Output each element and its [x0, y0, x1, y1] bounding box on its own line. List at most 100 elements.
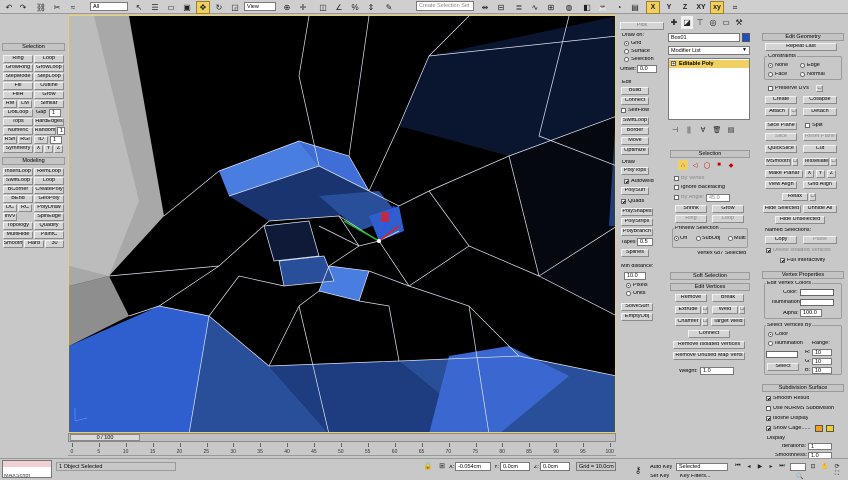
- percent-snap-icon[interactable]: %: [348, 1, 362, 14]
- axis-z-button[interactable]: Z: [678, 1, 692, 14]
- lock-selection-icon[interactable]: 🔒: [423, 461, 433, 471]
- symmetry-y-button[interactable]: Y: [44, 145, 53, 153]
- time-slider[interactable]: [68, 433, 616, 442]
- show-cage-checkbox[interactable]: [766, 426, 771, 431]
- fillh-button[interactable]: FillH: [3, 91, 33, 99]
- border-button[interactable]: Border: [621, 127, 649, 135]
- ring-vertex-button[interactable]: Ring: [675, 215, 707, 223]
- preserve-uvs-checkbox[interactable]: [768, 86, 773, 91]
- rotate-icon[interactable]: ↻: [212, 1, 226, 14]
- slice-plane-button[interactable]: Slice Plane: [765, 122, 797, 130]
- current-frame-field[interactable]: [790, 463, 806, 471]
- constraint-edge-radio[interactable]: [800, 63, 805, 68]
- polytops-button[interactable]: PolyTops: [621, 167, 649, 175]
- move-icon[interactable]: ✥: [196, 1, 210, 14]
- tessellate-settings-button[interactable]: □: [830, 158, 837, 166]
- render-type-icon[interactable]: ◔: [612, 1, 626, 14]
- smooth-button[interactable]: Smooth: [3, 240, 23, 248]
- swiftloop-left-button[interactable]: SwiftLoop: [3, 177, 33, 185]
- growring-button[interactable]: GrowRing: [3, 64, 33, 72]
- select-region-icon[interactable]: ▭: [164, 1, 178, 14]
- steploop-button[interactable]: StepLoop: [34, 73, 64, 81]
- make-planar-button[interactable]: Make Planar: [765, 170, 803, 178]
- by-angle-checkbox[interactable]: [674, 195, 679, 200]
- min-distance-spinner[interactable]: 10.0: [624, 272, 646, 280]
- remove-isolated-vertices-button[interactable]: Remove Isolated Vertices: [673, 341, 745, 349]
- polybranch-button[interactable]: PolyBranch: [621, 228, 653, 236]
- time-config-icon[interactable]: ⊡: [808, 461, 818, 471]
- fill-button[interactable]: Fill: [3, 82, 33, 90]
- utilities-tab-icon[interactable]: ⚒: [733, 16, 745, 29]
- unhide-all-button[interactable]: Unhide All: [803, 205, 837, 213]
- next-frame-icon[interactable]: ▸: [766, 461, 776, 471]
- perspective-viewport[interactable]: [68, 15, 616, 433]
- dotloop-button[interactable]: DotLoop: [3, 109, 33, 117]
- repeat-last-button[interactable]: Repeat Last: [765, 43, 837, 51]
- symmetry-x-button[interactable]: X: [34, 145, 43, 153]
- range-r-spinner[interactable]: 10: [812, 349, 832, 356]
- render-scene-icon[interactable]: ◧: [580, 1, 594, 14]
- detach-button[interactable]: Detach: [803, 108, 837, 116]
- hierarchy-tab-icon[interactable]: ⊤: [694, 16, 706, 29]
- bcorner-button[interactable]: BCorner: [3, 186, 33, 194]
- time-slider-handle[interactable]: 0 / 100: [70, 434, 140, 441]
- autoweld-checkbox[interactable]: [624, 179, 629, 184]
- split-checkbox[interactable]: [805, 123, 810, 128]
- remove-vertex-button[interactable]: Remove: [675, 294, 707, 302]
- edit-named-selections-icon[interactable]: ✎: [382, 1, 396, 14]
- splines-button[interactable]: Splines: [621, 249, 649, 257]
- polysurf-button[interactable]: PolySurf: [621, 187, 649, 195]
- rgl-button[interactable]: RGl: [18, 136, 32, 144]
- break-button[interactable]: Break: [712, 294, 744, 302]
- symmetry-button[interactable]: Symmetry: [3, 145, 33, 153]
- auto-key-dropdown[interactable]: Selected: [676, 463, 728, 471]
- rc-button[interactable]: RC: [18, 204, 32, 212]
- constraint-none-radio[interactable]: [768, 63, 773, 68]
- select-by-illumination-radio[interactable]: [768, 341, 773, 346]
- by-vertex-checkbox[interactable]: [674, 176, 679, 181]
- select-color-swatch[interactable]: [766, 351, 798, 358]
- grow-button[interactable]: Grow: [34, 91, 64, 99]
- weight-spinner[interactable]: 1.0: [700, 367, 734, 375]
- pan-icon[interactable]: ✋: [820, 461, 830, 471]
- undo-icon[interactable]: ↶: [2, 1, 16, 14]
- edit-geometry-rollout-header[interactable]: Edit Geometry: [762, 33, 844, 41]
- z-coord-field[interactable]: 0.0cm: [540, 462, 570, 471]
- make-unique-icon[interactable]: ∀: [697, 125, 709, 135]
- unlink-icon[interactable]: ✂: [50, 1, 64, 14]
- angle-30-button[interactable]: 30: [45, 240, 64, 248]
- pivot-icon[interactable]: ⊕: [280, 1, 294, 14]
- reference-coord-dropdown[interactable]: View: [244, 2, 276, 11]
- display-tab-icon[interactable]: ▭: [720, 16, 732, 29]
- play-icon[interactable]: ▶: [755, 461, 765, 471]
- redo-icon[interactable]: ↷: [16, 1, 30, 14]
- solvesurf-button[interactable]: SolveSurf: [621, 303, 653, 311]
- create-button[interactable]: Create: [765, 96, 797, 104]
- edit-vertices-rollout-header[interactable]: Edit Vertices: [670, 283, 750, 291]
- id-spinner[interactable]: 1: [50, 136, 62, 144]
- chamfer-button[interactable]: Chamfer: [675, 318, 701, 326]
- show-end-result-icon[interactable]: ||: [683, 125, 695, 135]
- random-spinner[interactable]: 1: [57, 127, 65, 135]
- selection-rollout-header[interactable]: Selection: [670, 150, 750, 158]
- selfflow-checkbox[interactable]: [621, 108, 626, 113]
- axis-xy-button[interactable]: XY: [694, 1, 708, 14]
- remove-unused-map-verts-button[interactable]: Remove Unused Map Verts: [673, 352, 745, 360]
- growloop-button[interactable]: GrowLoop: [34, 64, 64, 72]
- mirror-icon[interactable]: ⇹: [478, 1, 492, 14]
- polyshapes-button[interactable]: PolyShapes: [621, 208, 653, 216]
- vertex-properties-rollout-header[interactable]: Vertex Properties: [762, 271, 844, 279]
- select-by-name-icon[interactable]: ☰: [148, 1, 162, 14]
- insertloop-button[interactable]: InsertLoop: [3, 168, 33, 176]
- create-tab-icon[interactable]: ✚: [668, 16, 680, 29]
- pin-stack-icon[interactable]: ⊣: [669, 125, 681, 135]
- loop-vertex-button[interactable]: Loop: [712, 215, 744, 223]
- border-mode-icon[interactable]: ◯: [702, 160, 712, 170]
- extrude-button[interactable]: Extrude: [675, 306, 701, 314]
- gap-spinner[interactable]: 1: [49, 109, 61, 117]
- vertex-mode-icon[interactable]: ∴: [678, 160, 688, 170]
- x-coord-field[interactable]: -0.054cm: [455, 462, 491, 471]
- by-angle-spinner[interactable]: 45.0: [706, 194, 730, 202]
- emptyobj-button[interactable]: EmptyObj: [621, 313, 653, 321]
- illumination-swatch[interactable]: [800, 299, 834, 306]
